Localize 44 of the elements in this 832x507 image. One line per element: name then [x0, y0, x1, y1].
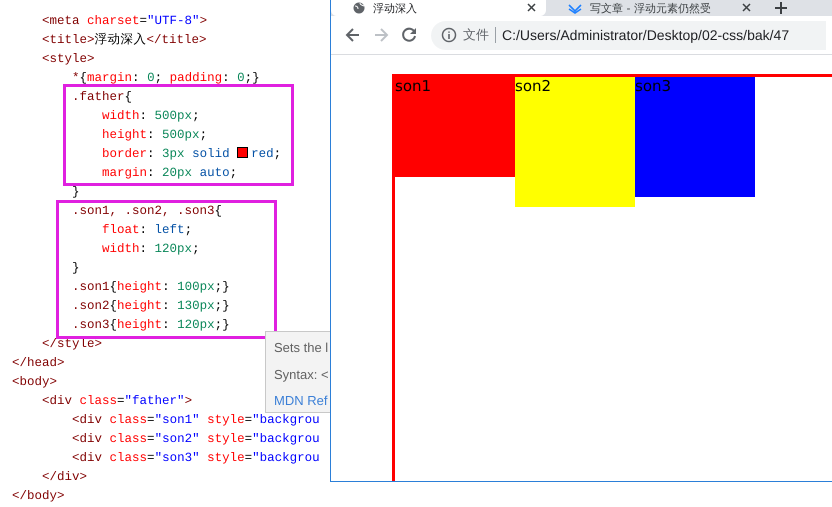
- scheme-label: 文件: [463, 27, 496, 43]
- floated-box: son3: [635, 77, 755, 197]
- code-line: }: [71, 184, 80, 201]
- code-line: width: 500px;: [101, 108, 200, 125]
- info-icon[interactable]: [441, 27, 457, 43]
- browser-tab[interactable]: 写文章 - 浮动元素仍然受: [546, 0, 761, 16]
- floated-box: son1: [395, 77, 515, 177]
- code-line: <div class="son3" style="backgrou: [71, 450, 320, 467]
- code-line: float: left;: [101, 222, 192, 239]
- close-icon[interactable]: [742, 2, 751, 14]
- browser-tab[interactable]: 浮动深入: [331, 0, 546, 16]
- code-line: width: 120px;: [101, 241, 200, 258]
- code-line: margin: 20px auto;: [101, 165, 238, 182]
- code-line: <title>浮动深入</title>: [41, 32, 207, 49]
- code-line: </div>: [41, 469, 88, 486]
- new-tab-icon[interactable]: [775, 2, 787, 14]
- code-line: .son3{height: 120px;}: [71, 317, 230, 334]
- code-line: height: 500px;: [101, 127, 208, 144]
- code-line: .father{: [71, 89, 132, 106]
- code-line: <div class="son1" style="backgrou: [71, 412, 320, 429]
- code-line: </style>: [41, 336, 102, 353]
- address-bar[interactable]: 文件 C:/Users/Administrator/Desktop/02-css/bak/47: [431, 20, 826, 50]
- chevron-logo-icon: [568, 2, 582, 14]
- code-line: *{margin: 0; padding: 0;}: [71, 70, 260, 87]
- code-line: .son1{height: 100px;}: [71, 279, 230, 296]
- code-line: <meta charset="UTF-8">: [41, 13, 208, 30]
- color-swatch[interactable]: [237, 147, 248, 158]
- code-line: <div class="son2" style="backgrou: [71, 431, 320, 448]
- mdn-reference-link[interactable]: MDN Ref: [274, 388, 328, 412]
- code-line: </body>: [12, 488, 65, 505]
- code-line: .son2{height: 130px;}: [71, 298, 230, 315]
- tooltip-description: Sets the l: [274, 339, 330, 357]
- code-line: <body>: [12, 374, 58, 391]
- code-line: </head>: [12, 355, 65, 372]
- code-line: border: 3px solid red;: [101, 146, 282, 163]
- code-line: .son1, .son2, .son3{: [71, 203, 222, 220]
- code-line: <div class="father">: [41, 393, 192, 410]
- close-icon[interactable]: [527, 2, 536, 14]
- code-line: <style>: [41, 51, 95, 68]
- code-line: }: [71, 260, 80, 277]
- url-text: C:/Users/Administrator/Desktop/02-css/bak/47: [502, 27, 790, 43]
- tooltip-syntax: Syntax: <: [274, 366, 330, 384]
- floated-box: son2: [515, 77, 635, 207]
- globe-icon: [353, 2, 365, 14]
